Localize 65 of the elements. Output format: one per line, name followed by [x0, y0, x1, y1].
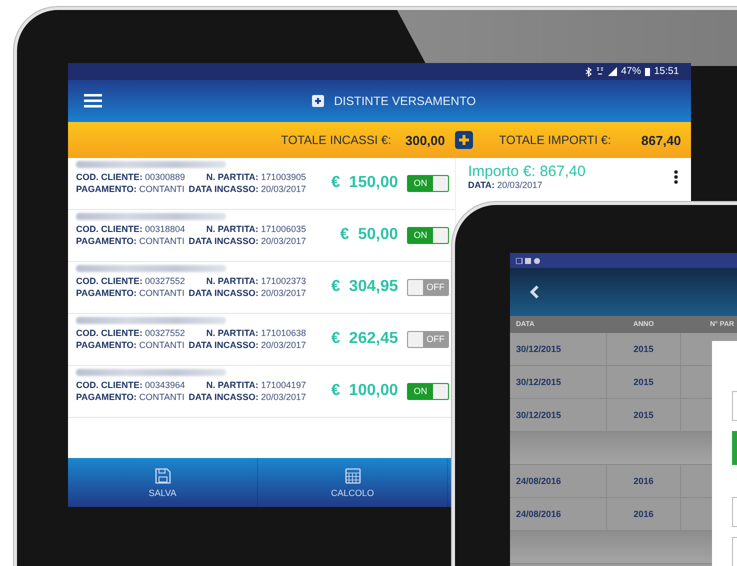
payment-method: PAGAMENTO: CONTANTI: [76, 340, 186, 350]
collection-date: DATA INCASSO: 20/03/2017: [188, 236, 306, 246]
table-cell: 2015: [607, 366, 681, 398]
client-code: COD. CLIENTE: 00343964: [76, 380, 186, 390]
payment-row[interactable]: COD. CLIENTE: 00318804 PAGAMENTO: CONTANTI N. PARTITA: 171006035 DATA INCASSO: 20/03/2017 € 50,00 ON: [68, 210, 455, 262]
collection-date: DATA INCASSO: 20/03/2017: [188, 184, 306, 194]
amount: € 150,00: [330, 174, 398, 192]
table-cell: 2015: [607, 399, 681, 431]
menu-button[interactable]: [82, 92, 104, 110]
payment-method: PAGAMENTO: CONTANTI: [76, 392, 186, 402]
calculator-icon: [344, 468, 360, 484]
toggle-switch[interactable]: ON: [407, 226, 449, 244]
table-cell: 30/12/2015: [510, 366, 607, 398]
screen-title: DISTINTE VERSAMENTO: [334, 94, 476, 108]
clock-time: 15:51: [654, 66, 679, 77]
invoice-number: N. PARTITA: 171004197: [206, 380, 306, 390]
collection-date: DATA INCASSO: 20/03/2017: [188, 288, 306, 298]
amount: € 304,95: [330, 278, 398, 296]
bluetooth-icon: [584, 66, 592, 76]
totals-label: TOTALE INCASSI €:: [280, 133, 392, 147]
collection-date: DATA INCASSO: 20/03/2017: [188, 392, 306, 402]
plus-square-icon: [312, 95, 324, 107]
table-cell: 24/08/2016: [510, 465, 607, 497]
client-code: COD. CLIENTE: 00327552: [76, 276, 186, 286]
client-code: COD. CLIENTE: 00318804: [76, 224, 186, 234]
payment-method: PAGAMENTO: CONTANTI: [76, 288, 186, 298]
totals-value: 867,40: [641, 132, 681, 148]
table-cell: 30/12/2015: [510, 333, 607, 365]
totals-value: 300,00: [405, 132, 445, 148]
network-icon: [596, 66, 604, 76]
invoice-number: N. PARTITA: 171002373: [206, 276, 306, 286]
client-code: COD. CLIENTE: 00327552: [76, 328, 186, 338]
amount: € 100,00: [330, 382, 398, 400]
toggle-switch[interactable]: ON: [407, 382, 449, 400]
payment-method: PAGAMENTO: CONTANTI: [76, 184, 186, 194]
amount: € 262,45: [330, 330, 398, 348]
toggle-switch[interactable]: ON: [407, 174, 449, 192]
table-cell: 30/12/2015: [510, 399, 607, 431]
collection-date: DATA INCASSO: 20/03/2017: [188, 340, 306, 350]
table-cell: 2015: [607, 333, 681, 365]
add-button[interactable]: [455, 131, 473, 149]
table-cell: 2016: [607, 498, 681, 530]
calculator-button[interactable]: CALCOLO: [258, 458, 448, 507]
invoice-number: N. PARTITA: 171010638: [206, 328, 306, 338]
battery-icon: [644, 67, 650, 76]
detail-date: DATA: 20/03/2017: [468, 180, 544, 190]
battery-percent: 47%: [620, 66, 641, 77]
more-button[interactable]: [671, 167, 681, 187]
chevron-left-icon: [530, 285, 539, 299]
invoice-number: N. PARTITA: 171003905: [206, 172, 306, 182]
table-cell: 24/08/2016: [510, 498, 607, 530]
client-code: COD. CLIENTE: 00300889: [76, 172, 186, 182]
invoice-number: N. PARTITA: 171006035: [206, 224, 306, 234]
plus-icon: [458, 134, 470, 146]
payment-method: PAGAMENTO: CONTANTI: [76, 236, 186, 246]
totals-label: TOTALE IMPORTI €:: [499, 133, 612, 147]
save-button[interactable]: SALVA: [68, 458, 258, 507]
amount: € 50,00: [339, 226, 398, 244]
table-cell: 2016: [607, 465, 681, 497]
notification-icons: [516, 258, 540, 264]
more-vertical-icon: [674, 170, 678, 184]
back-button[interactable]: [530, 285, 539, 299]
menu-icon: [84, 94, 102, 108]
amount-title: Importo €: 867,40: [468, 163, 587, 180]
payment-row[interactable]: COD. CLIENTE: 00300889 PAGAMENTO: CONTANTI N. PARTITA: 171003905 DATA INCASSO: 20/03/2017 € 150,00 ON: [68, 158, 455, 210]
